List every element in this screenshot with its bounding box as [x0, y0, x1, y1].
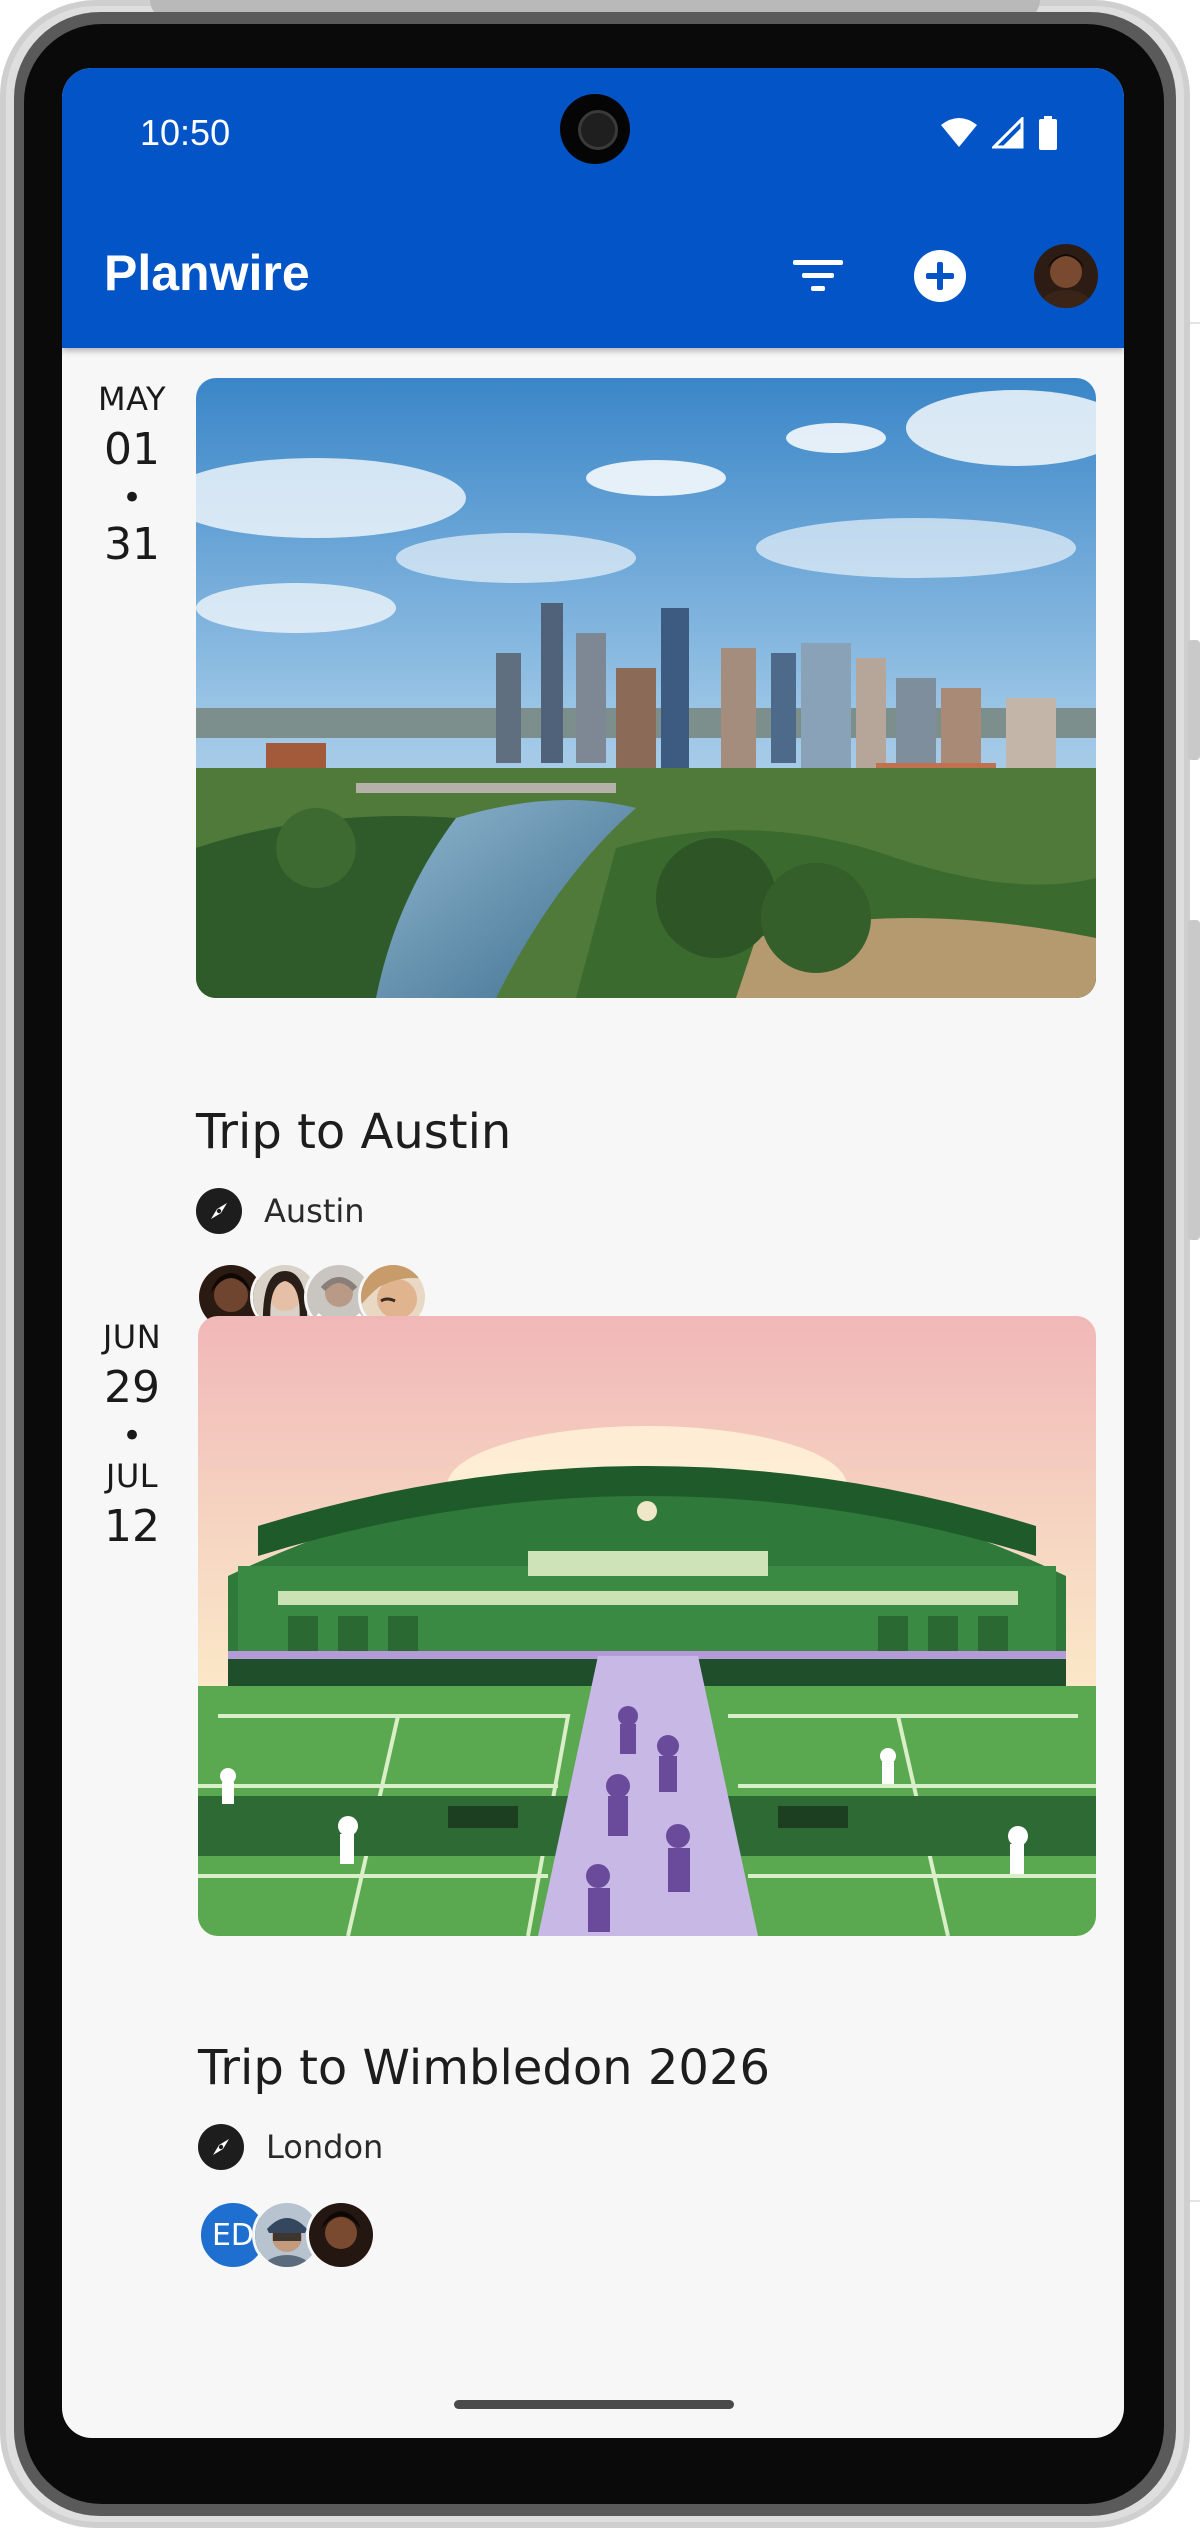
date-separator: •: [121, 478, 143, 518]
add-circle-icon: [913, 249, 967, 308]
start-day: 29: [104, 1362, 160, 1413]
trip-cover-image[interactable]: [198, 1316, 1096, 1936]
front-camera: [560, 94, 630, 164]
trip-title: Trip to Wimbledon 2026: [198, 2040, 771, 2096]
date-separator: •: [121, 1416, 143, 1456]
trip-title: Trip to Austin: [196, 1104, 512, 1160]
trip-location: Austin: [196, 1188, 365, 1234]
trip-date-range: JUN 29 • JUL 12: [92, 1318, 172, 1552]
cellular-signal-icon: [990, 115, 1024, 154]
member-avatar: [306, 2200, 376, 2270]
start-day: 01: [104, 424, 160, 475]
app-title: Planwire: [104, 245, 310, 301]
trip-members[interactable]: ED: [198, 2200, 376, 2270]
filter-icon: [793, 258, 843, 299]
end-day: 12: [104, 1501, 160, 1552]
power-button[interactable]: [1188, 920, 1200, 1240]
end-day: 31: [104, 519, 160, 570]
trip-cover-image[interactable]: [196, 378, 1096, 998]
trip-location: London: [198, 2124, 383, 2170]
app-bar: 10:50 Planwire: [62, 68, 1124, 348]
volume-button[interactable]: [1188, 640, 1200, 760]
profile-avatar[interactable]: [1034, 244, 1098, 308]
trip-date-range: MAY 01 • 31: [92, 380, 172, 570]
status-icons: [940, 115, 1058, 155]
end-month: JUL: [105, 1457, 159, 1495]
home-gesture-bar[interactable]: [454, 2400, 734, 2409]
compass-icon: [196, 1188, 242, 1234]
location-name: Austin: [264, 1192, 365, 1230]
status-time: 10:50: [140, 112, 231, 153]
add-trip-button[interactable]: [908, 246, 972, 310]
filter-button[interactable]: [786, 246, 850, 310]
start-month: MAY: [97, 380, 167, 418]
phone-screen: 10:50 Planwire MAY 01 • 31 Trip to Austi…: [62, 68, 1124, 2438]
wifi-icon: [940, 117, 978, 154]
location-name: London: [266, 2128, 384, 2166]
compass-icon: [198, 2124, 244, 2170]
battery-icon: [1038, 116, 1058, 155]
start-month: JUN: [102, 1318, 162, 1356]
